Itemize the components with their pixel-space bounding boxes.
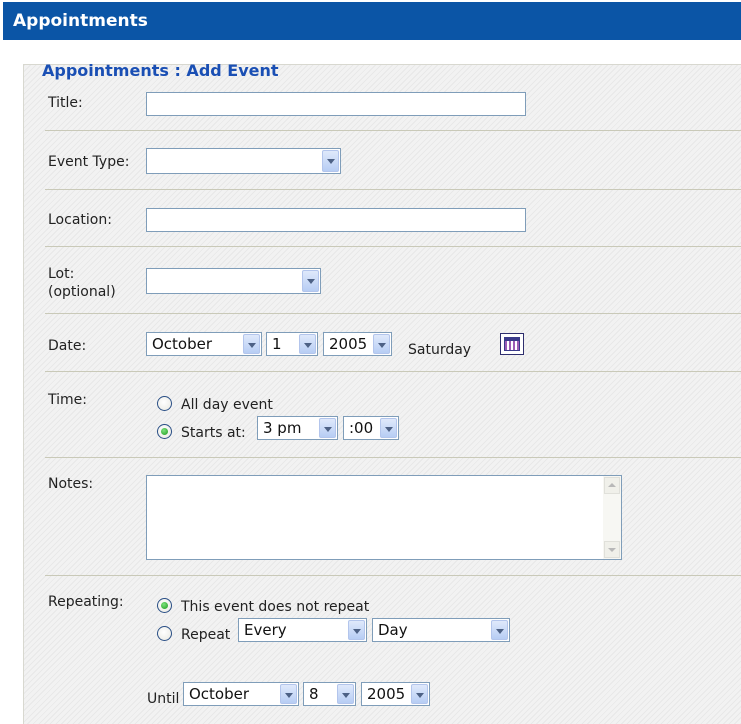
- lot-select[interactable]: [146, 268, 321, 294]
- no-repeat-radio[interactable]: [157, 598, 172, 613]
- title-input[interactable]: [146, 92, 526, 116]
- notes-scrollbar[interactable]: [603, 476, 621, 559]
- starts-at-label: Starts at:: [181, 425, 246, 441]
- date-month-select[interactable]: October: [146, 332, 262, 356]
- all-day-radio[interactable]: [157, 396, 172, 411]
- event-type-select[interactable]: [146, 148, 341, 174]
- main-area: [3, 40, 741, 724]
- until-label: Until: [147, 691, 180, 707]
- date-weekday: Saturday: [408, 342, 472, 358]
- repeat-unit-select[interactable]: Day: [372, 618, 510, 642]
- repeating-label: Repeating:: [48, 594, 124, 610]
- chevron-down-icon[interactable]: [299, 334, 316, 354]
- chevron-down-icon[interactable]: [319, 418, 336, 438]
- until-day-select[interactable]: 8: [303, 682, 356, 706]
- divider: [45, 575, 741, 576]
- divider: [45, 457, 741, 458]
- divider: [45, 130, 741, 131]
- start-minute-select[interactable]: :00: [343, 416, 399, 440]
- until-month-select[interactable]: October: [183, 682, 299, 706]
- until-year-select[interactable]: 2005: [361, 682, 430, 706]
- chevron-down-icon[interactable]: [380, 418, 397, 438]
- chevron-down-icon[interactable]: [373, 334, 390, 354]
- notes-label: Notes:: [48, 476, 94, 492]
- time-label: Time:: [48, 392, 87, 408]
- chevron-down-icon[interactable]: [302, 270, 319, 292]
- location-label: Location:: [48, 212, 112, 228]
- chevron-down-icon[interactable]: [243, 334, 260, 354]
- notes-textarea[interactable]: [146, 475, 622, 560]
- chevron-down-icon[interactable]: [348, 620, 365, 640]
- scroll-up-icon[interactable]: [604, 477, 620, 494]
- chevron-down-icon[interactable]: [411, 684, 428, 704]
- title-label: Title:: [48, 95, 83, 111]
- divider: [45, 371, 741, 372]
- chevron-down-icon[interactable]: [322, 150, 339, 172]
- date-day-select[interactable]: 1: [266, 332, 318, 356]
- event-type-label: Event Type:: [48, 154, 130, 170]
- repeat-frequency-select[interactable]: Every: [238, 618, 367, 642]
- chevron-down-icon[interactable]: [280, 684, 297, 704]
- form-heading: Appointments : Add Event: [42, 61, 279, 80]
- all-day-label: All day event: [181, 397, 273, 413]
- chevron-down-icon[interactable]: [491, 620, 508, 640]
- no-repeat-label: This event does not repeat: [181, 599, 370, 615]
- chevron-down-icon[interactable]: [337, 684, 354, 704]
- location-input[interactable]: [146, 208, 526, 232]
- date-year-select[interactable]: 2005: [323, 332, 392, 356]
- calendar-icon[interactable]: [500, 333, 524, 355]
- window-titlebar: Appointments: [3, 2, 741, 40]
- lot-label: Lot:: [48, 266, 75, 282]
- date-label: Date:: [48, 338, 87, 354]
- scroll-down-icon[interactable]: [604, 541, 620, 558]
- lot-optional-label: (optional): [48, 284, 116, 300]
- start-hour-select[interactable]: 3 pm: [257, 416, 338, 440]
- window-title: Appointments: [13, 11, 148, 31]
- divider: [45, 313, 741, 314]
- starts-at-radio[interactable]: [157, 424, 172, 439]
- repeat-radio[interactable]: [157, 626, 172, 641]
- divider: [45, 189, 741, 190]
- divider: [45, 246, 741, 247]
- repeat-label: Repeat: [181, 627, 231, 643]
